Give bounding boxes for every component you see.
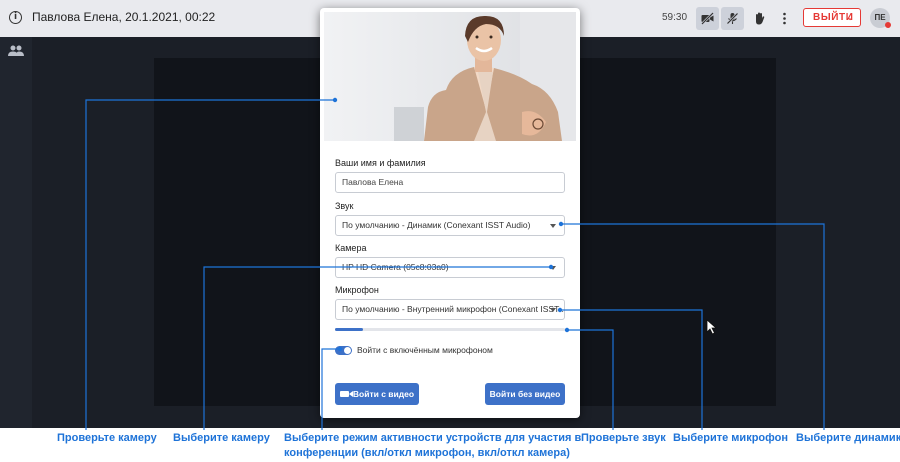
caption-mode-line2: конференции (вкл/откл микрофон, вкл/откл… [284,447,570,459]
raise-hand-icon [756,12,765,25]
join-without-video-button[interactable]: Войти без видео [485,383,565,405]
info-icon[interactable]: i [9,11,22,24]
camera-preview [324,12,576,141]
more-vert-icon [783,12,786,25]
name-input[interactable]: Павлова Елена [335,172,565,193]
camera-label: Камера [335,243,367,253]
mic-on-toggle-label: Войти с включённым микрофоном [357,345,493,355]
caption-mode-line1: Выберите режим активности устройств для … [284,432,582,444]
join-without-video-label: Войти без видео [489,389,561,399]
caret-down-icon [550,266,556,270]
mouse-cursor-icon [706,319,718,335]
mic-select[interactable]: По умолчанию - Внутренний микрофон (Cone… [335,299,565,320]
avatar-initials: ПЕ [874,13,886,22]
sidebar [0,37,32,428]
mic-toggle-button[interactable] [721,7,744,30]
camera-select-value: HP HD Camera (05c8:03a0) [342,262,449,272]
mic-on-toggle[interactable] [335,346,352,355]
mic-level-fill [335,328,363,331]
caret-down-icon [550,224,556,228]
mic-select-value: По умолчанию - Внутренний микрофон (Cone… [342,304,565,314]
name-label: Ваши имя и фамилия [335,158,426,168]
join-with-video-button[interactable]: Войти с видео [335,383,419,405]
raise-hand-button[interactable] [748,7,771,30]
chevron-down-icon: ⌄ [846,13,854,22]
caption-camera-check: Проверьте камеру [57,432,157,444]
video-off-icon [701,12,714,25]
mic-level-meter [335,328,565,331]
mic-label: Микрофон [335,285,379,295]
camera-preview-image [324,12,576,141]
mic-off-icon [726,12,739,25]
speaker-select[interactable]: По умолчанию - Динамик (Conexant ISST Au… [335,215,565,236]
avatar[interactable]: ПЕ [870,8,891,28]
participants-icon[interactable] [8,45,24,57]
exit-button[interactable]: ВЫЙТИ ⌄ [803,8,861,27]
meeting-timer: 59:30 [662,12,688,23]
more-options-button[interactable] [773,7,796,30]
caption-camera-select: Выберите камеру [173,432,270,444]
caption-mic-select: Выберите микрофон [673,432,788,444]
sound-label: Звук [335,201,354,211]
status-dot [885,22,891,28]
toggle-knob [344,347,351,354]
camera-select[interactable]: HP HD Camera (05c8:03a0) [335,257,565,278]
join-with-video-label: Войти с видео [352,389,415,399]
camera-toggle-button[interactable] [696,7,719,30]
caption-sound-check: Проверьте звук [581,432,666,444]
prejoin-dialog: Ваши имя и фамилия Павлова Елена Звук По… [320,8,580,418]
speaker-select-value: По умолчанию - Динамик (Conexant ISST Au… [342,220,531,230]
caret-down-icon [550,308,556,312]
meeting-title: Павлова Елена, 20.1.2021, 00:22 [32,10,216,24]
caption-speaker-select: Выберите динамик [796,432,900,444]
camera-icon [339,390,353,397]
